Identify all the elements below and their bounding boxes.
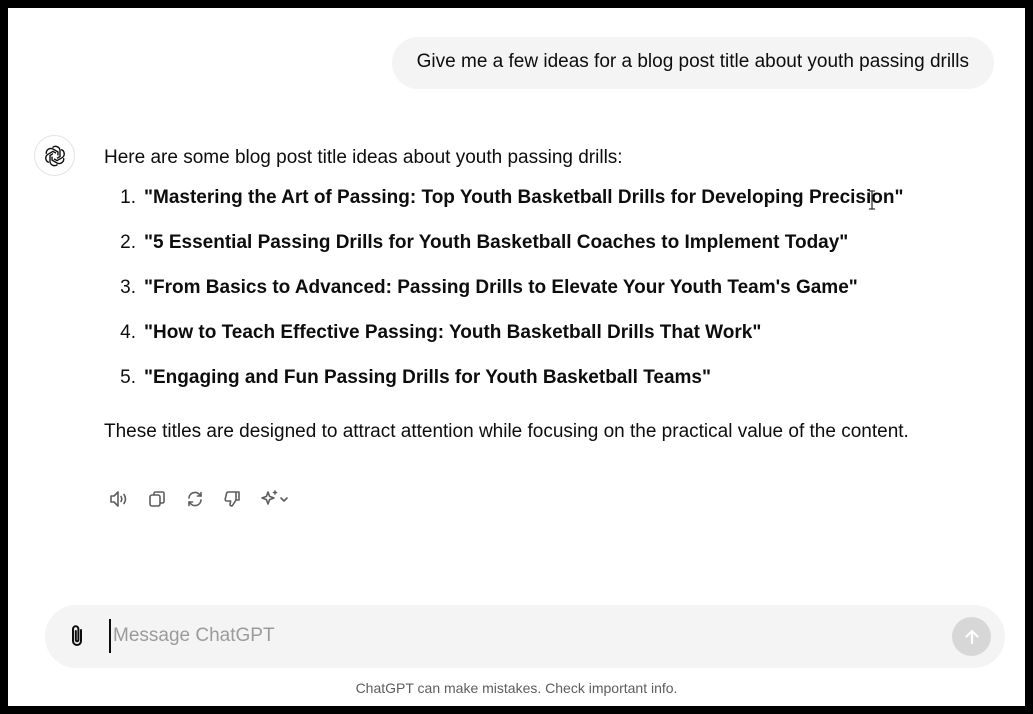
list-item: 4. "How to Teach Effective Passing: Yout… bbox=[104, 315, 1004, 360]
message-actions bbox=[104, 486, 296, 512]
list-number: 5. bbox=[120, 367, 136, 388]
list-item: 3. "From Basics to Advanced: Passing Dri… bbox=[104, 270, 1004, 315]
message-composer bbox=[45, 605, 1005, 668]
title-list: 1. "Mastering the Art of Passing: Top Yo… bbox=[104, 180, 1004, 405]
user-message: Give me a few ideas for a blog post titl… bbox=[391, 37, 994, 89]
list-number: 4. bbox=[120, 322, 136, 343]
list-text: "How to Teach Effective Passing: Youth B… bbox=[144, 322, 762, 343]
list-item: 2. "5 Essential Passing Drills for Youth… bbox=[104, 225, 1004, 270]
regenerate-icon[interactable] bbox=[180, 486, 210, 512]
disclaimer-text: ChatGPT can make mistakes. Check importa… bbox=[355, 680, 678, 696]
read-aloud-icon[interactable] bbox=[104, 486, 134, 512]
text-cursor-icon bbox=[869, 190, 875, 210]
assistant-intro: Here are some blog post title ideas abou… bbox=[104, 147, 623, 168]
list-text: "5 Essential Passing Drills for Youth Ba… bbox=[144, 232, 849, 253]
copy-icon[interactable] bbox=[142, 486, 172, 512]
list-number: 1. bbox=[120, 187, 136, 208]
list-number: 3. bbox=[120, 277, 136, 298]
send-button[interactable] bbox=[952, 617, 991, 656]
arrow-up-icon bbox=[964, 629, 979, 644]
chat-window: Give me a few ideas for a blog post titl… bbox=[8, 8, 1025, 706]
list-text: "Engaging and Fun Passing Drills for You… bbox=[144, 367, 712, 388]
model-switch-icon[interactable] bbox=[256, 486, 296, 512]
chatgpt-logo-icon bbox=[34, 135, 75, 176]
list-number: 2. bbox=[120, 232, 136, 253]
thumbs-down-icon[interactable] bbox=[218, 486, 248, 512]
paperclip-icon[interactable] bbox=[63, 621, 93, 651]
assistant-outro: These titles are designed to attract att… bbox=[104, 421, 909, 442]
list-item: 5. "Engaging and Fun Passing Drills for … bbox=[104, 360, 1004, 405]
message-input[interactable] bbox=[109, 619, 929, 653]
list-text: "Mastering the Art of Passing: Top Youth… bbox=[144, 187, 904, 208]
list-text: "From Basics to Advanced: Passing Drills… bbox=[144, 277, 858, 298]
